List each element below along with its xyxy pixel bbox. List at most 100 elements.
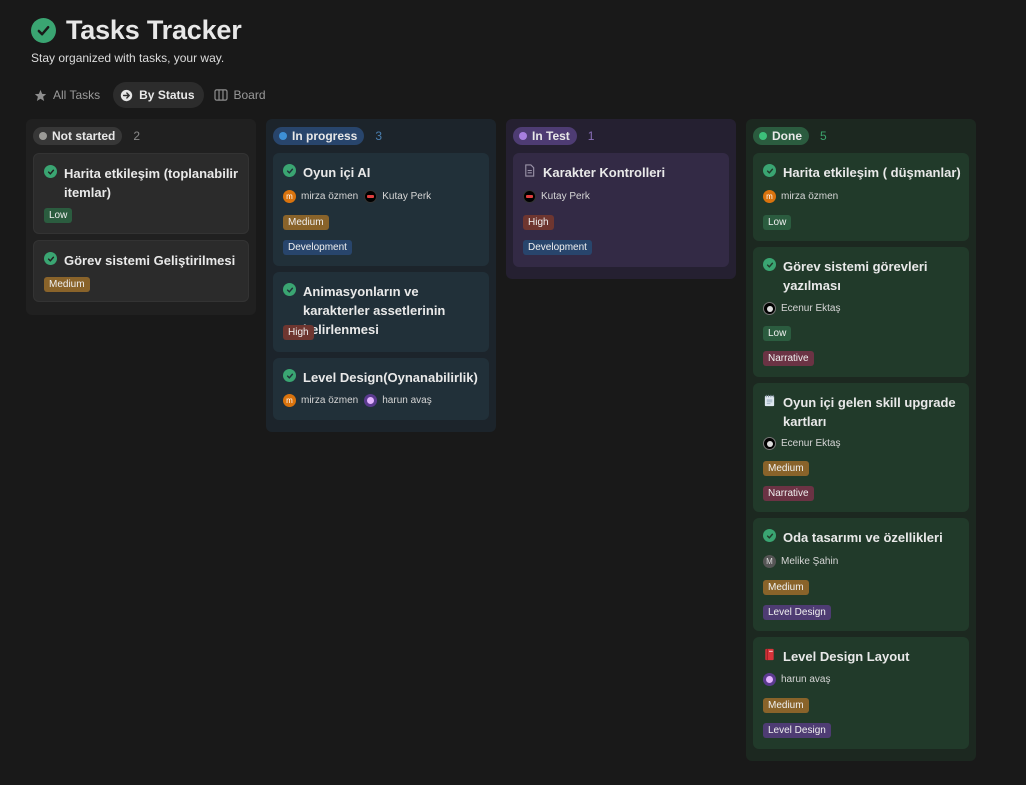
tab-board[interactable]: Board <box>208 82 275 108</box>
page-subtitle: Stay organized with tasks, your way. <box>31 51 225 65</box>
tab-by-status[interactable]: By Status <box>113 82 204 108</box>
priority-tag: High <box>283 325 314 340</box>
priority-tag: Medium <box>763 580 809 595</box>
priority-tag: Low <box>763 326 792 341</box>
arrow-circle-icon <box>119 88 133 102</box>
tab-label: Board <box>233 88 266 102</box>
assignees: Ecenur Ektaş <box>763 437 846 450</box>
avatar: m <box>283 394 296 407</box>
tab-label: By Status <box>139 88 195 102</box>
assignee[interactable]: harun avaş <box>763 673 830 686</box>
assignee[interactable]: Kutay Perk <box>523 190 590 203</box>
assignee-name: Kutay Perk <box>382 191 432 202</box>
task-title: Görev sistemi Geliştirilmesi <box>64 253 236 268</box>
task-card[interactable]: Karakter Kontrolleri Kutay Perk High Dev… <box>513 153 729 267</box>
task-title: Oyun içi AI <box>303 165 371 180</box>
assignee-name: Kutay Perk <box>541 191 590 202</box>
column-header: Done 5 <box>746 119 976 153</box>
avatar <box>763 437 776 450</box>
task-title: Oda tasarımı ve özellikleri <box>783 530 943 545</box>
task-title: Level Design(Oynanabilirlik) <box>303 370 478 385</box>
task-title: Level Design Layout <box>783 649 910 664</box>
assignee-name: mirza özmen <box>781 191 839 202</box>
column-header: Not started 2 <box>26 119 256 153</box>
task-card[interactable]: Oyun içi gelen skill upgrade kartları Ec… <box>753 383 969 512</box>
notepad-icon <box>763 394 776 407</box>
assignees: m mirza özmen Kutay Perk <box>283 190 437 203</box>
category-tag: Development <box>283 240 352 255</box>
task-title: Karakter Kontrolleri <box>543 165 666 180</box>
page-header: Tasks Tracker <box>31 15 242 46</box>
view-tabs: All Tasks By Status Board <box>27 82 279 108</box>
avatar <box>763 302 776 315</box>
task-card[interactable]: Oda tasarımı ve özellikleri M Melike Şahi… <box>753 518 969 631</box>
task-card[interactable]: Oyun içi AI m mirza özmen Kutay Perk Medi… <box>273 153 489 266</box>
status-dot <box>519 132 527 140</box>
status-pill[interactable]: Done <box>753 127 809 145</box>
status-pill[interactable]: In progress <box>273 127 365 145</box>
priority-tag: High <box>523 215 554 230</box>
document-icon <box>523 164 536 177</box>
task-title: Harita etkileşim ( düşmanlar) <box>783 165 961 180</box>
column-count: 2 <box>133 129 141 143</box>
assignee[interactable]: Kutay Perk <box>364 190 431 203</box>
assignee[interactable]: Ecenur Ektaş <box>763 437 840 450</box>
task-title: Görev sistemi görevleri yazılması <box>783 259 928 293</box>
check-icon <box>763 164 776 177</box>
check-icon <box>283 164 296 177</box>
column-in-progress: In progress 3 Oyun içi AI m mirza özmen K… <box>266 119 496 432</box>
assignees: Kutay Perk <box>523 190 596 203</box>
status-pill[interactable]: Not started <box>33 127 123 145</box>
avatar <box>364 394 378 407</box>
task-card[interactable]: Harita etkileşim (toplanabilir itemlar) … <box>33 153 249 234</box>
task-card[interactable]: Level Design(Oynanabilirlik) m mirza özme… <box>273 358 489 420</box>
tab-all-tasks[interactable]: All Tasks <box>27 82 109 108</box>
check-icon <box>763 529 776 542</box>
assignee[interactable]: m mirza özmen <box>283 190 358 203</box>
task-card[interactable]: Görev sistemi görevleri yazılması Ecenur… <box>753 247 969 377</box>
assignee[interactable]: harun avaş <box>364 394 432 407</box>
task-title: Animasyonların ve karakterler assetlerin… <box>303 284 446 337</box>
tab-label: All Tasks <box>53 88 101 102</box>
check-icon <box>283 369 296 382</box>
assignee-name: harun avaş <box>382 395 432 406</box>
status-label: In Test <box>532 129 570 143</box>
assignee[interactable]: M Melike Şahin <box>763 555 838 568</box>
column-header: In progress 3 <box>266 119 496 153</box>
assignee-name: Ecenur Ektaş <box>781 303 841 314</box>
task-title: Oyun içi gelen skill upgrade kartları <box>783 395 956 429</box>
assignees: harun avaş <box>763 673 836 686</box>
assignee-name: mirza özmen <box>301 395 359 406</box>
avatar <box>523 190 536 203</box>
check-icon <box>763 258 776 271</box>
priority-tag: Medium <box>44 277 90 292</box>
avatar <box>364 190 378 203</box>
check-icon <box>283 283 296 296</box>
board-icon <box>213 88 228 102</box>
task-card[interactable]: Görev sistemi Geliştirilmesi Medium <box>33 240 249 302</box>
column-count: 5 <box>820 129 827 143</box>
column-not-started: Not started 2 Harita etkileşim (toplanab… <box>26 119 256 315</box>
priority-tag: Medium <box>763 698 809 713</box>
column-done: Done 5 Harita etkileşim ( düşmanlar) m mi… <box>746 119 976 761</box>
category-tag: Level Design <box>763 605 831 620</box>
assignees: M Melike Şahin <box>763 555 844 568</box>
assignee[interactable]: m mirza özmen <box>283 394 358 407</box>
task-card[interactable]: Level Design Layout harun avaş Medium Le… <box>753 637 969 749</box>
status-label: Not started <box>52 129 116 143</box>
page-title: Tasks Tracker <box>66 15 242 45</box>
task-card[interactable]: Animasyonların ve karakterler assetlerin… <box>273 272 489 352</box>
status-pill[interactable]: In Test <box>513 127 577 145</box>
priority-tag: Low <box>763 215 792 230</box>
task-card[interactable]: Harita etkileşim ( düşmanlar) m mirza özm… <box>753 153 969 241</box>
task-title: Harita etkileşim (toplanabilir itemlar) <box>64 166 239 200</box>
column-in-test: In Test 1 Karakter Kontrolleri Kutay Per… <box>506 119 736 279</box>
priority-tag: Medium <box>283 215 329 230</box>
status-dot <box>279 132 287 140</box>
category-tag: Narrative <box>763 486 814 501</box>
status-dot <box>39 132 47 140</box>
avatar: m <box>763 190 776 203</box>
assignee[interactable]: Ecenur Ektaş <box>763 302 840 315</box>
assignee[interactable]: m mirza özmen <box>763 190 838 203</box>
assignees: Ecenur Ektaş <box>763 302 846 315</box>
